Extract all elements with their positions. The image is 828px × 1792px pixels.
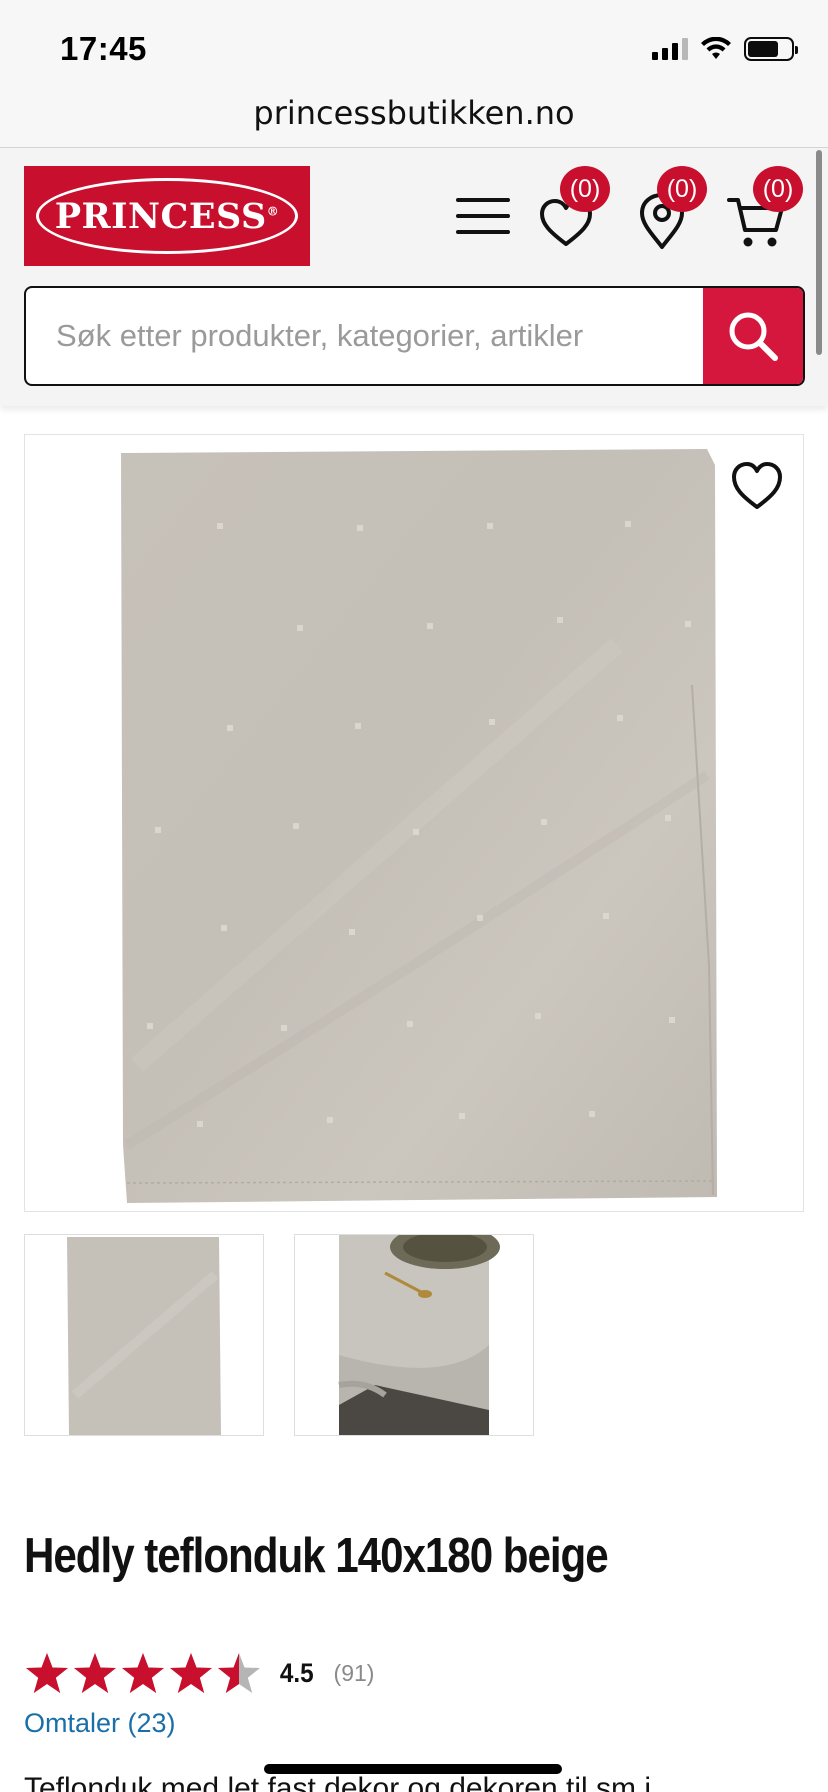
wishlist-badge: (0) bbox=[560, 166, 610, 212]
tablecloth-image bbox=[121, 449, 717, 1203]
heart-outline-icon bbox=[732, 462, 782, 509]
url-text[interactable]: princessbutikken.no bbox=[253, 94, 574, 132]
url-bar[interactable]: princessbutikken.no bbox=[0, 90, 828, 148]
site-header: PRINCESS® (0) (0) (0) bbox=[0, 148, 828, 406]
star-icon bbox=[170, 1653, 212, 1693]
product-description: Teflonduk med let fast dekor og dekoren … bbox=[24, 1772, 651, 1792]
thumbnail-table-setting-image bbox=[338, 1235, 500, 1435]
battery-icon bbox=[744, 37, 798, 61]
cellular-signal-icon bbox=[652, 38, 688, 60]
stores-badge: (0) bbox=[657, 166, 707, 212]
search-box bbox=[24, 286, 805, 386]
logo-text: PRINCESS® bbox=[54, 195, 280, 237]
star-icon bbox=[26, 1653, 68, 1693]
home-indicator[interactable] bbox=[264, 1764, 562, 1774]
scroll-indicator[interactable] bbox=[816, 150, 822, 355]
rating-stars bbox=[24, 1651, 262, 1695]
logo-oval: PRINCESS® bbox=[36, 178, 298, 254]
add-to-wishlist-button[interactable] bbox=[729, 459, 785, 513]
product-rating[interactable]: 4.5 (91) bbox=[24, 1650, 374, 1696]
rating-value: 4.5 bbox=[279, 1657, 314, 1688]
status-time: 17:45 bbox=[60, 30, 147, 67]
status-bar: 17:45 bbox=[0, 0, 828, 90]
product-title: Hedly teflonduk 140x180 beige bbox=[24, 1529, 609, 1583]
search-icon bbox=[729, 312, 778, 361]
wifi-icon bbox=[701, 37, 731, 59]
cart-badge: (0) bbox=[753, 166, 803, 212]
search-input[interactable] bbox=[26, 288, 706, 384]
rating-count: (91) bbox=[333, 1659, 375, 1686]
reviews-link[interactable]: Omtaler (23) bbox=[24, 1708, 176, 1739]
thumbnail-2[interactable] bbox=[294, 1234, 534, 1436]
princess-logo[interactable]: PRINCESS® bbox=[24, 166, 310, 266]
star-icon bbox=[74, 1653, 116, 1693]
status-icons bbox=[652, 36, 798, 62]
star-icon bbox=[122, 1653, 164, 1693]
menu-icon[interactable] bbox=[456, 198, 510, 238]
search-button[interactable] bbox=[703, 288, 803, 384]
star-icon bbox=[218, 1653, 260, 1693]
product-main-image[interactable] bbox=[24, 434, 804, 1212]
thumbnail-1[interactable] bbox=[24, 1234, 264, 1436]
thumbnail-tablecloth-image bbox=[67, 1237, 221, 1435]
